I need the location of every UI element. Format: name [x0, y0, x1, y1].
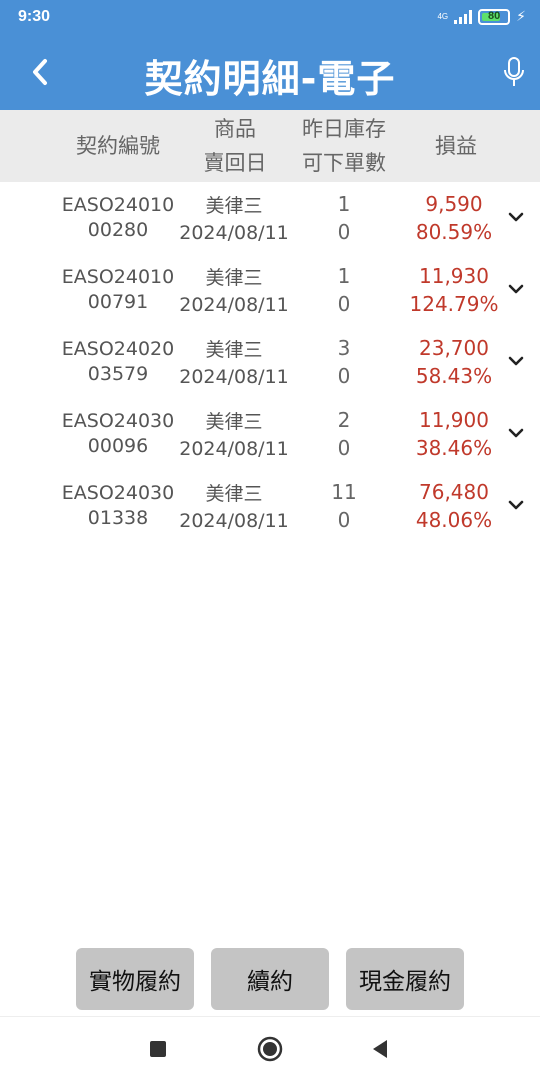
contract-row[interactable]: EASO24030 00096 美律三 2024/08/11 2 0 11,90…	[0, 406, 540, 478]
chevron-down-icon	[508, 284, 524, 294]
triangle-left-icon	[373, 1040, 387, 1058]
sell-back-date: 2024/08/11	[179, 222, 289, 244]
orderable-qty: 0	[337, 292, 351, 316]
app-header: 9:30 4G 80 ⚡ 契約明細-電子	[0, 0, 540, 110]
pnl-percent: 58.43%	[415, 364, 493, 388]
signal-icon	[454, 10, 473, 24]
circle-icon	[257, 1036, 283, 1062]
product-name: 美律三	[205, 483, 263, 505]
column-orderable: 可下單數	[302, 151, 386, 175]
chevron-down-icon	[508, 212, 524, 222]
pnl-percent: 48.06%	[415, 508, 493, 532]
product-name: 美律三	[205, 267, 263, 289]
prev-inventory: 1	[337, 192, 351, 216]
column-header: 契約編號 商品 賣回日 昨日庫存 可下單數 損益	[0, 110, 540, 182]
contract-no-line1: EASO24020	[61, 338, 175, 360]
chevron-down-icon	[508, 500, 524, 510]
voice-button[interactable]	[500, 54, 528, 90]
contract-no-line1: EASO24010	[61, 194, 175, 216]
column-prev-inventory: 昨日庫存	[302, 117, 386, 141]
system-back-button[interactable]	[360, 1031, 400, 1067]
contract-row[interactable]: EASO24030 01338 美律三 2024/08/11 11 0 76,4…	[0, 478, 540, 550]
pnl-amount: 11,900	[419, 408, 489, 432]
cash-settlement-button[interactable]: 現金履約	[346, 948, 464, 1010]
orderable-qty: 0	[337, 436, 351, 460]
status-bar: 9:30 4G 80 ⚡	[0, 0, 540, 34]
chevron-down-icon	[508, 428, 524, 438]
sell-back-date: 2024/08/11	[179, 438, 289, 460]
expand-button[interactable]	[504, 493, 528, 517]
recents-button[interactable]	[138, 1031, 178, 1067]
pnl-amount: 9,590	[425, 192, 483, 216]
pnl-percent: 124.79%	[409, 292, 499, 316]
sell-back-date: 2024/08/11	[179, 294, 289, 316]
orderable-qty: 0	[337, 364, 351, 388]
contract-no-line1: EASO24030	[61, 410, 175, 432]
contract-row[interactable]: EASO24020 03579 美律三 2024/08/11 3 0 23,70…	[0, 334, 540, 406]
sell-back-date: 2024/08/11	[179, 366, 289, 388]
column-sell-back-date: 賣回日	[203, 151, 267, 175]
physical-settlement-button[interactable]: 實物履約	[76, 948, 194, 1010]
product-name: 美律三	[205, 411, 263, 433]
contract-row[interactable]: EASO24010 00280 美律三 2024/08/11 1 0 9,590…	[0, 190, 540, 262]
prev-inventory: 11	[331, 480, 357, 504]
chevron-down-icon	[508, 356, 524, 366]
contract-no-line1: EASO24030	[61, 482, 175, 504]
charging-icon: ⚡	[516, 9, 526, 25]
square-icon	[150, 1041, 166, 1057]
contract-no-line2: 00791	[87, 291, 149, 313]
app-root: 9:30 4G 80 ⚡ 契約明細-電子 契約編號 商品 賣回日 昨日庫存 可下…	[0, 0, 540, 1080]
prev-inventory: 1	[337, 264, 351, 288]
home-button[interactable]	[250, 1031, 290, 1067]
prev-inventory: 3	[337, 336, 351, 360]
status-time: 9:30	[18, 8, 51, 25]
contract-no-line2: 03579	[87, 363, 149, 385]
pnl-amount: 23,700	[419, 336, 489, 360]
pnl-amount: 11,930	[419, 264, 489, 288]
pnl-amount: 76,480	[419, 480, 489, 504]
page-title: 契約明細-電子	[144, 57, 396, 101]
contract-row[interactable]: EASO24010 00791 美律三 2024/08/11 1 0 11,93…	[0, 262, 540, 334]
product-name: 美律三	[205, 339, 263, 361]
prev-inventory: 2	[337, 408, 351, 432]
contract-no-line2: 00096	[87, 435, 149, 457]
network-type: 4G	[437, 12, 449, 21]
orderable-qty: 0	[337, 508, 351, 532]
battery-icon: 80	[478, 9, 511, 25]
column-contract-no: 契約編號	[76, 134, 160, 158]
expand-button[interactable]	[504, 205, 528, 229]
renew-contract-button[interactable]: 續約	[211, 948, 329, 1010]
contract-no-line2: 00280	[87, 219, 149, 241]
contract-no-line2: 01338	[87, 507, 149, 529]
product-name: 美律三	[205, 195, 263, 217]
system-nav-bar	[0, 1016, 540, 1080]
status-icons: 4G 80 ⚡	[437, 7, 526, 27]
column-product: 商品	[214, 117, 256, 141]
expand-button[interactable]	[504, 349, 528, 373]
pnl-percent: 80.59%	[415, 220, 493, 244]
expand-button[interactable]	[504, 421, 528, 445]
sell-back-date: 2024/08/11	[179, 510, 289, 532]
battery-level: 80	[488, 10, 501, 22]
expand-button[interactable]	[504, 277, 528, 301]
column-pnl: 損益	[435, 134, 477, 158]
pnl-percent: 38.46%	[415, 436, 493, 460]
microphone-icon	[504, 57, 524, 86]
orderable-qty: 0	[337, 220, 351, 244]
contract-no-line1: EASO24010	[61, 266, 175, 288]
